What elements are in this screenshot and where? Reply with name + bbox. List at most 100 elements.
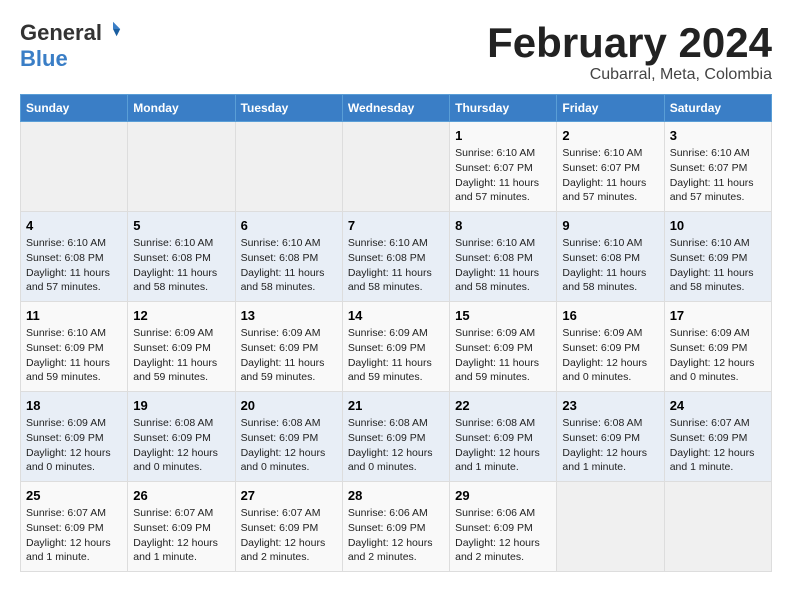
day-info: Sunrise: 6:10 AM Sunset: 6:07 PM Dayligh… (455, 146, 551, 205)
week-row-4: 18Sunrise: 6:09 AM Sunset: 6:09 PM Dayli… (21, 392, 772, 482)
logo-general-text: General (20, 20, 102, 46)
calendar-cell: 1 Sunrise: 6:10 AM Sunset: 6:07 PM Daylig… (450, 122, 557, 212)
day-info: Sunrise: 6:06 AM Sunset: 6:09 PM Dayligh… (455, 506, 551, 565)
calendar-cell: 22 Sunrise: 6:08 AM Sunset: 6:09 PM Dayli… (450, 392, 557, 482)
calendar-cell: 5Sunrise: 6:10 AM Sunset: 6:08 PM Daylig… (128, 212, 235, 302)
calendar-cell: 25 Sunrise: 6:07 AM Sunset: 6:09 PM Dayli… (21, 482, 128, 572)
title-section: February 2024 Cubarral, Meta, Colombia (487, 20, 772, 84)
week-row-2: 4 Sunrise: 6:10 AM Sunset: 6:08 PM Daylig… (21, 212, 772, 302)
day-number: 23 (562, 398, 658, 413)
calendar-cell: 13 Sunrise: 6:09 AM Sunset: 6:09 PM Dayli… (235, 302, 342, 392)
calendar-cell (557, 482, 664, 572)
calendar-cell: 26 Sunrise: 6:07 AM Sunset: 6:09 PM Dayli… (128, 482, 235, 572)
day-number: 13 (241, 308, 337, 323)
calendar-cell: 11Sunrise: 6:10 AM Sunset: 6:09 PM Dayli… (21, 302, 128, 392)
day-info: Sunrise: 6:10 AM Sunset: 6:08 PM Dayligh… (455, 236, 551, 295)
day-number: 21 (348, 398, 444, 413)
day-number: 3 (670, 128, 766, 143)
day-info: Sunrise: 6:08 AM Sunset: 6:09 PM Dayligh… (241, 416, 337, 475)
calendar-cell (21, 122, 128, 212)
day-info: Sunrise: 6:07 AM Sunset: 6:09 PM Dayligh… (241, 506, 337, 565)
calendar-cell: 24 Sunrise: 6:07 AM Sunset: 6:09 PM Dayli… (664, 392, 771, 482)
calendar-cell: 3 Sunrise: 6:10 AM Sunset: 6:07 PM Daylig… (664, 122, 771, 212)
day-number: 27 (241, 488, 337, 503)
weekday-header-thursday: Thursday (450, 95, 557, 122)
day-info: Sunrise: 6:09 AM Sunset: 6:09 PM Dayligh… (670, 326, 766, 385)
calendar-cell: 20 Sunrise: 6:08 AM Sunset: 6:09 PM Dayli… (235, 392, 342, 482)
day-info: Sunrise: 6:09 AM Sunset: 6:09 PM Dayligh… (241, 326, 337, 385)
day-info: Sunrise: 6:08 AM Sunset: 6:09 PM Dayligh… (562, 416, 658, 475)
calendar-cell (128, 122, 235, 212)
calendar-cell: 18Sunrise: 6:09 AM Sunset: 6:09 PM Dayli… (21, 392, 128, 482)
day-info: Sunrise: 6:10 AM Sunset: 6:08 PM Dayligh… (241, 236, 337, 295)
day-info: Sunrise: 6:08 AM Sunset: 6:09 PM Dayligh… (133, 416, 229, 475)
calendar-cell: 8 Sunrise: 6:10 AM Sunset: 6:08 PM Daylig… (450, 212, 557, 302)
day-number: 29 (455, 488, 551, 503)
day-number: 4 (26, 218, 122, 233)
calendar-cell: 9 Sunrise: 6:10 AM Sunset: 6:08 PM Daylig… (557, 212, 664, 302)
calendar-cell (235, 122, 342, 212)
calendar-cell: 19 Sunrise: 6:08 AM Sunset: 6:09 PM Dayli… (128, 392, 235, 482)
calendar-cell: 16Sunrise: 6:09 AM Sunset: 6:09 PM Dayli… (557, 302, 664, 392)
weekday-header-row: SundayMondayTuesdayWednesdayThursdayFrid… (21, 95, 772, 122)
month-title: February 2024 (487, 20, 772, 66)
location-subtitle: Cubarral, Meta, Colombia (487, 66, 772, 84)
calendar-cell: 14Sunrise: 6:09 AM Sunset: 6:09 PM Dayli… (342, 302, 449, 392)
weekday-header-tuesday: Tuesday (235, 95, 342, 122)
calendar-cell: 10 Sunrise: 6:10 AM Sunset: 6:09 PM Dayli… (664, 212, 771, 302)
logo: General Blue (20, 20, 122, 72)
day-number: 15 (455, 308, 551, 323)
calendar-cell (664, 482, 771, 572)
logo-icon (104, 20, 122, 38)
weekday-header-wednesday: Wednesday (342, 95, 449, 122)
day-info: Sunrise: 6:10 AM Sunset: 6:09 PM Dayligh… (26, 326, 122, 385)
day-number: 9 (562, 218, 658, 233)
day-info: Sunrise: 6:10 AM Sunset: 6:07 PM Dayligh… (670, 146, 766, 205)
day-number: 20 (241, 398, 337, 413)
day-number: 2 (562, 128, 658, 143)
day-info: Sunrise: 6:10 AM Sunset: 6:08 PM Dayligh… (348, 236, 444, 295)
weekday-header-sunday: Sunday (21, 95, 128, 122)
day-info: Sunrise: 6:08 AM Sunset: 6:09 PM Dayligh… (455, 416, 551, 475)
calendar-cell: 28Sunrise: 6:06 AM Sunset: 6:09 PM Dayli… (342, 482, 449, 572)
day-number: 5 (133, 218, 229, 233)
calendar-cell: 7 Sunrise: 6:10 AM Sunset: 6:08 PM Daylig… (342, 212, 449, 302)
day-info: Sunrise: 6:09 AM Sunset: 6:09 PM Dayligh… (133, 326, 229, 385)
day-number: 26 (133, 488, 229, 503)
calendar-cell: 15 Sunrise: 6:09 AM Sunset: 6:09 PM Dayli… (450, 302, 557, 392)
calendar-cell (342, 122, 449, 212)
day-number: 12 (133, 308, 229, 323)
day-number: 19 (133, 398, 229, 413)
day-number: 28 (348, 488, 444, 503)
weekday-header-friday: Friday (557, 95, 664, 122)
day-info: Sunrise: 6:09 AM Sunset: 6:09 PM Dayligh… (455, 326, 551, 385)
day-number: 25 (26, 488, 122, 503)
day-info: Sunrise: 6:10 AM Sunset: 6:09 PM Dayligh… (670, 236, 766, 295)
day-number: 7 (348, 218, 444, 233)
day-number: 22 (455, 398, 551, 413)
calendar-cell: 21Sunrise: 6:08 AM Sunset: 6:09 PM Dayli… (342, 392, 449, 482)
calendar-cell: 27 Sunrise: 6:07 AM Sunset: 6:09 PM Dayli… (235, 482, 342, 572)
day-number: 10 (670, 218, 766, 233)
calendar-cell: 12 Sunrise: 6:09 AM Sunset: 6:09 PM Dayli… (128, 302, 235, 392)
weekday-header-monday: Monday (128, 95, 235, 122)
day-number: 24 (670, 398, 766, 413)
day-number: 8 (455, 218, 551, 233)
calendar-cell: 2 Sunrise: 6:10 AM Sunset: 6:07 PM Daylig… (557, 122, 664, 212)
calendar-cell: 6 Sunrise: 6:10 AM Sunset: 6:08 PM Daylig… (235, 212, 342, 302)
day-info: Sunrise: 6:10 AM Sunset: 6:07 PM Dayligh… (562, 146, 658, 205)
day-number: 6 (241, 218, 337, 233)
week-row-5: 25 Sunrise: 6:07 AM Sunset: 6:09 PM Dayli… (21, 482, 772, 572)
day-info: Sunrise: 6:10 AM Sunset: 6:08 PM Dayligh… (26, 236, 122, 295)
day-info: Sunrise: 6:07 AM Sunset: 6:09 PM Dayligh… (133, 506, 229, 565)
day-info: Sunrise: 6:07 AM Sunset: 6:09 PM Dayligh… (26, 506, 122, 565)
day-number: 18 (26, 398, 122, 413)
week-row-1: 1 Sunrise: 6:10 AM Sunset: 6:07 PM Daylig… (21, 122, 772, 212)
logo-blue-text: Blue (20, 46, 68, 72)
day-info: Sunrise: 6:07 AM Sunset: 6:09 PM Dayligh… (670, 416, 766, 475)
day-number: 1 (455, 128, 551, 143)
page-header: General Blue February 2024 Cubarral, Met… (20, 20, 772, 84)
calendar-cell: 4 Sunrise: 6:10 AM Sunset: 6:08 PM Daylig… (21, 212, 128, 302)
day-number: 16 (562, 308, 658, 323)
day-info: Sunrise: 6:10 AM Sunset: 6:08 PM Dayligh… (562, 236, 658, 295)
